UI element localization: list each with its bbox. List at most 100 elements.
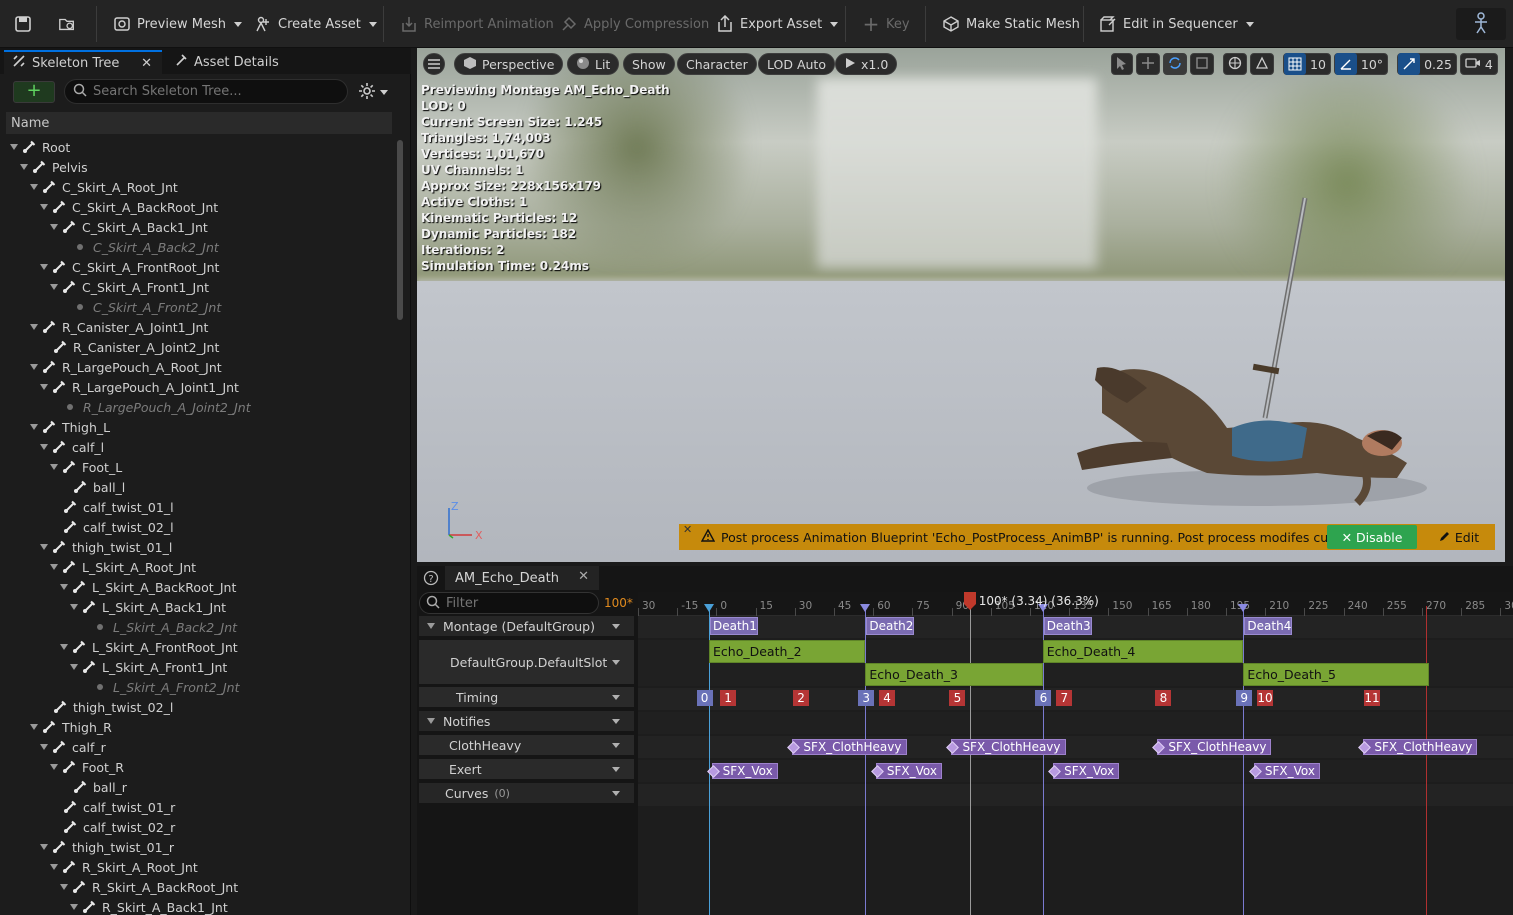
tree-row[interactable]: C_Skirt_A_BackRoot_Jnt (40, 197, 218, 217)
tree-row[interactable]: R_Skirt_A_Root_Jnt (50, 857, 198, 877)
notify-event[interactable]: SFX_ClothHeavy (792, 739, 907, 755)
expand-arrow-icon[interactable] (50, 284, 58, 290)
scale-snap-control[interactable]: 0.25 (1397, 53, 1457, 75)
chevron-down-icon[interactable] (612, 660, 620, 665)
animation-segment[interactable]: Echo_Death_4 (1042, 640, 1244, 663)
section-marker-icon[interactable] (704, 604, 714, 612)
expand-arrow-icon[interactable] (40, 544, 48, 550)
animation-segment[interactable]: Echo_Death_2 (709, 640, 866, 663)
rotation-snap-control[interactable]: 10° (1333, 53, 1389, 75)
viewport-menu-button[interactable] (423, 53, 445, 75)
reimport-animation-button[interactable]: Reimport Animation (400, 12, 554, 36)
filter-input[interactable] (446, 595, 586, 611)
tree-row[interactable]: Foot_L (50, 457, 122, 477)
preview-mesh-button[interactable]: Preview Mesh (113, 12, 242, 36)
expand-arrow-icon[interactable] (70, 604, 78, 610)
tree-row[interactable]: C_Skirt_A_Front2_Jnt (60, 297, 221, 317)
tree-row[interactable]: L_Skirt_A_Back2_Jnt (80, 617, 237, 637)
export-asset-button[interactable]: Export Asset (716, 12, 839, 36)
expand-arrow-icon[interactable] (40, 444, 48, 450)
tree-row[interactable]: C_Skirt_A_FrontRoot_Jnt (40, 257, 219, 277)
montage-track-header[interactable]: Montage (DefaultGroup) (419, 616, 634, 636)
tree-row[interactable]: calf_twist_02_r (50, 817, 175, 837)
character-button[interactable]: Character (677, 53, 757, 75)
surface-snap-toggle[interactable] (1250, 53, 1274, 75)
notify-event[interactable]: SFX_Vox (1053, 763, 1120, 779)
play-rate-button[interactable]: x1.0 (835, 53, 898, 75)
tree-row[interactable]: C_Skirt_A_Root_Jnt (30, 177, 178, 197)
tree-row[interactable]: Pelvis (20, 157, 88, 177)
chevron-down-icon[interactable] (612, 719, 620, 724)
tree-row[interactable]: ball_r (60, 777, 127, 797)
make-static-mesh-button[interactable]: Make Static Mesh (942, 12, 1080, 36)
scale-tool[interactable] (1190, 53, 1214, 75)
search-input[interactable] (93, 84, 333, 99)
expand-arrow-icon[interactable] (30, 324, 38, 330)
tree-row[interactable]: L_Skirt_A_BackRoot_Jnt (60, 577, 236, 597)
expand-arrow-icon[interactable] (40, 264, 48, 270)
create-asset-button[interactable]: Create Asset (254, 12, 377, 36)
montage-section[interactable]: Death3 (1043, 617, 1092, 635)
tree-row[interactable]: C_Skirt_A_Front1_Jnt (50, 277, 209, 297)
chevron-down-icon[interactable] (612, 743, 620, 748)
help-icon[interactable]: ? (423, 570, 439, 589)
close-icon[interactable]: ✕ (578, 569, 589, 584)
expand-arrow-icon[interactable] (40, 204, 48, 210)
chevron-down-icon[interactable] (612, 695, 620, 700)
expand-arrow-icon[interactable] (50, 564, 58, 570)
key-button[interactable]: + Key (862, 12, 910, 36)
chevron-down-icon[interactable] (612, 767, 620, 772)
expand-arrow-icon[interactable] (20, 164, 28, 170)
chevron-down-icon[interactable] (612, 624, 620, 629)
tab-skeleton-tree[interactable]: Skeleton Tree ✕ (4, 50, 162, 74)
exert-notify-track[interactable]: Exert (419, 759, 634, 779)
grid-snap-control[interactable]: 10 (1283, 53, 1331, 75)
preview-viewport[interactable]: Perspective Lit Show Character LOD Auto … (417, 48, 1505, 562)
browse-button[interactable] (58, 12, 76, 36)
close-icon[interactable]: ✕ (683, 523, 692, 536)
expand-arrow-icon[interactable] (30, 364, 38, 370)
tree-row[interactable]: Foot_R (50, 757, 124, 777)
skeleton-mode-button[interactable] (1456, 8, 1506, 40)
tree-row[interactable]: ball_l (60, 477, 125, 497)
save-button[interactable] (14, 12, 32, 36)
animation-segment[interactable]: Echo_Death_3 (865, 663, 1043, 686)
expand-arrow-icon[interactable] (70, 664, 78, 670)
lit-button[interactable]: Lit (567, 53, 620, 75)
expand-arrow-icon[interactable] (30, 184, 38, 190)
notifies-track-header[interactable]: Notifies (419, 711, 634, 731)
tree-row[interactable]: L_Skirt_A_Front2_Jnt (80, 677, 239, 697)
expand-arrow-icon[interactable] (50, 864, 58, 870)
curves-track[interactable]: Curves (0) (419, 783, 634, 803)
tree-row[interactable]: calf_twist_02_l (50, 517, 174, 537)
tree-row[interactable]: L_Skirt_A_FrontRoot_Jnt (60, 637, 238, 657)
disable-postprocess-button[interactable]: ✕ Disable (1327, 525, 1417, 549)
chevron-down-icon[interactable] (612, 791, 620, 796)
notify-event[interactable]: SFX_ClothHeavy (1363, 739, 1478, 755)
tree-row[interactable]: calf_twist_01_r (50, 797, 175, 817)
notify-event[interactable]: SFX_ClothHeavy (1157, 739, 1272, 755)
tree-row[interactable]: calf_twist_01_l (50, 497, 174, 517)
tree-row[interactable]: Root (10, 137, 70, 157)
expand-arrow-icon[interactable] (50, 464, 58, 470)
edit-postprocess-button[interactable]: Edit (1429, 525, 1489, 549)
expand-arrow-icon[interactable] (40, 384, 48, 390)
tree-row[interactable]: R_Skirt_A_Back1_Jnt (70, 897, 228, 915)
expand-arrow-icon[interactable] (50, 224, 58, 230)
tree-row[interactable]: thigh_twist_02_l (40, 697, 173, 717)
translate-tool[interactable] (1136, 53, 1160, 75)
expand-arrow-icon[interactable] (70, 904, 78, 910)
collapse-arrow-icon[interactable] (427, 718, 435, 724)
tree-settings-button[interactable] (358, 81, 388, 103)
tree-row[interactable]: thigh_twist_01_r (40, 837, 174, 857)
notify-event[interactable]: SFX_Vox (875, 763, 942, 779)
rotate-tool[interactable] (1163, 53, 1187, 75)
expand-arrow-icon[interactable] (40, 744, 48, 750)
montage-section[interactable]: Death1 (710, 617, 758, 635)
edit-in-sequencer-button[interactable]: Edit in Sequencer (1099, 12, 1254, 36)
tree-scrollbar[interactable] (397, 140, 403, 320)
tree-row[interactable]: L_Skirt_A_Back1_Jnt (70, 597, 226, 617)
montage-section[interactable]: Death2 (866, 617, 915, 635)
expand-arrow-icon[interactable] (40, 844, 48, 850)
tab-montage[interactable]: AM_Echo_Death ✕ (445, 566, 599, 590)
